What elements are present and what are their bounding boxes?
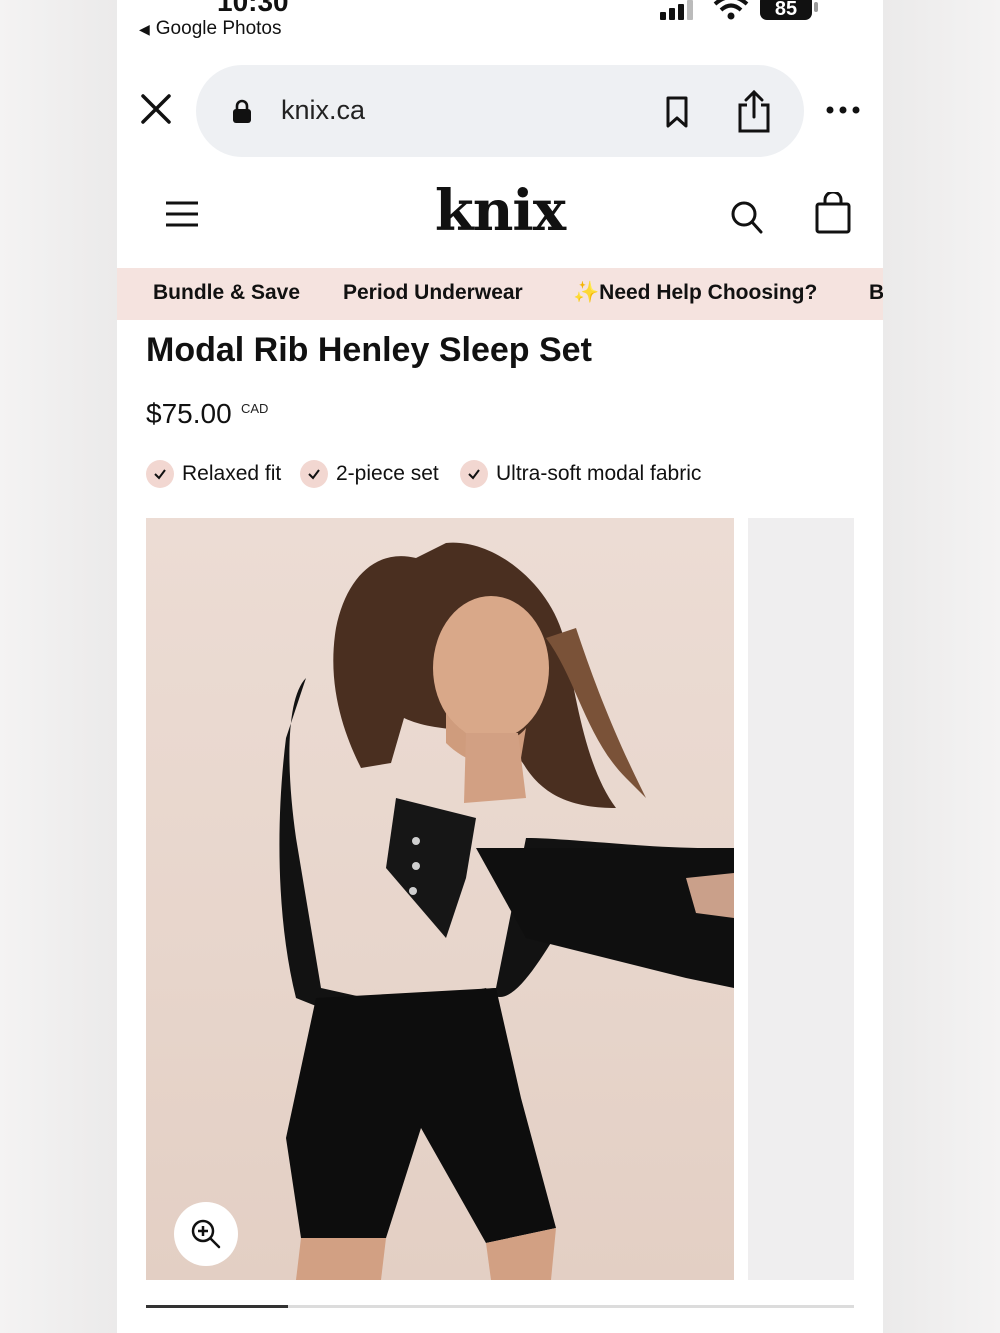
signal-icon	[660, 0, 693, 20]
more-icon[interactable]	[825, 100, 861, 120]
status-time: 10:30	[217, 0, 289, 17]
nav-item-period-underwear[interactable]: Period Underwear	[343, 281, 523, 305]
background-right	[883, 0, 1000, 1333]
bookmark-icon[interactable]	[665, 96, 689, 128]
nav-item-bundle-save[interactable]: Bundle & Save	[153, 281, 300, 305]
battery-indicator: 85	[760, 0, 812, 20]
check-icon	[300, 460, 328, 488]
search-icon[interactable]	[731, 200, 763, 234]
nav-item-need-help[interactable]: ✨Need Help Choosing?	[573, 281, 817, 305]
shopping-bag-icon[interactable]	[815, 192, 851, 234]
check-icon	[460, 460, 488, 488]
check-icon	[146, 460, 174, 488]
site-logo[interactable]: knix	[117, 178, 883, 244]
close-icon[interactable]	[139, 92, 173, 126]
feature-label: Ultra-soft modal fabric	[496, 462, 702, 485]
feature-two-piece-set: 2-piece set	[300, 460, 439, 488]
zoom-in-icon	[191, 1219, 221, 1249]
product-image[interactable]	[146, 518, 734, 1280]
feature-label: 2-piece set	[336, 462, 439, 485]
url-text[interactable]: knix.ca	[281, 95, 365, 126]
gallery-progress-fill	[146, 1305, 288, 1308]
wifi-icon	[713, 0, 749, 20]
feature-label: Relaxed fit	[182, 462, 282, 485]
zoom-button[interactable]	[174, 1202, 238, 1266]
nav-item-more[interactable]: B	[869, 281, 883, 305]
battery-nub	[814, 2, 818, 12]
next-product-image[interactable]	[748, 518, 854, 1280]
feature-relaxed-fit: Relaxed fit	[146, 460, 281, 488]
category-nav: Bundle & Save Period Underwear ✨Need Hel…	[117, 268, 883, 320]
back-app-label: Google Photos	[155, 18, 282, 39]
status-bar: 10:30 ◀ Google Photos 85	[117, 0, 883, 48]
gallery-progress	[146, 1305, 854, 1308]
background-left	[0, 0, 117, 1333]
model-photo-illustration	[279, 542, 734, 1280]
url-bar[interactable]: knix.ca	[196, 65, 804, 157]
lock-icon	[233, 99, 251, 123]
back-arrow-icon: ◀	[139, 20, 150, 37]
back-to-app-link[interactable]: ◀ Google Photos	[139, 18, 281, 40]
product-price: $75.00	[146, 398, 232, 429]
product-title: Modal Rib Henley Sleep Set	[146, 331, 592, 369]
feature-modal-fabric: Ultra-soft modal fabric	[460, 460, 701, 488]
phone-screen: 10:30 ◀ Google Photos 85 knix.ca knix Bu…	[117, 0, 883, 1333]
share-icon[interactable]	[736, 89, 772, 133]
price-currency: CAD	[241, 401, 269, 416]
